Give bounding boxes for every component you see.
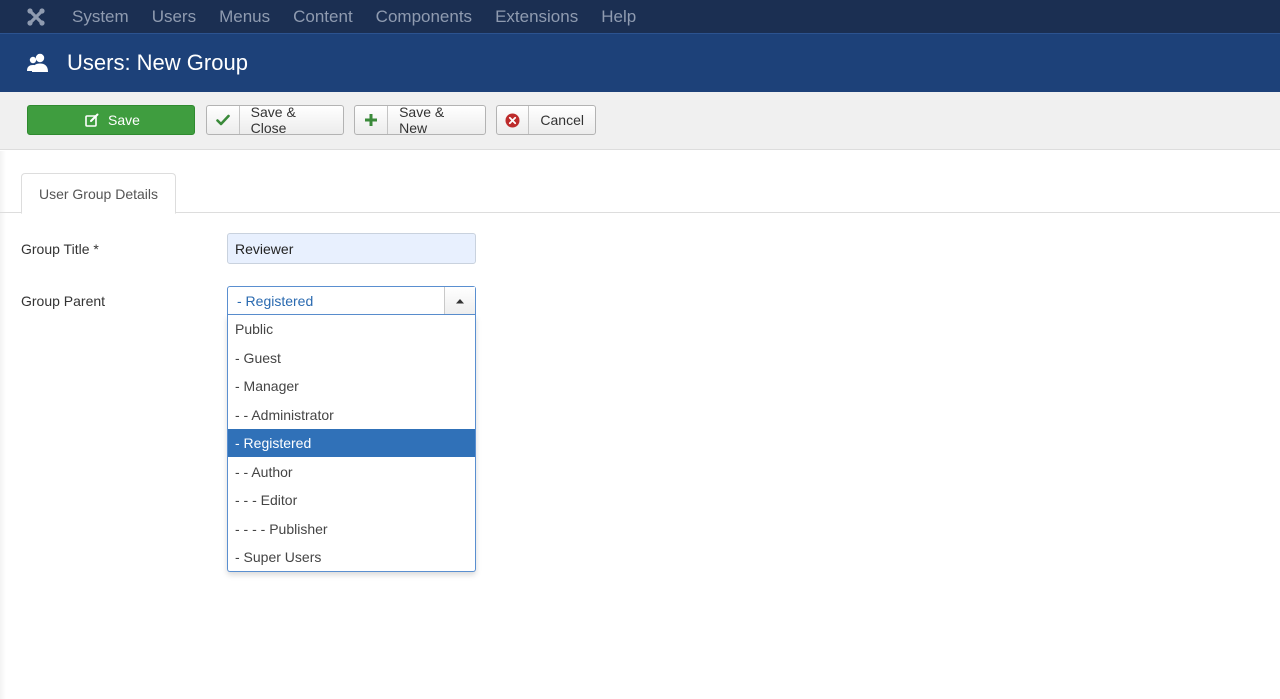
group-parent-label: Group Parent [21, 293, 106, 309]
toolbar: Save Save & Close Save & New Cancel [0, 92, 1280, 150]
save-close-button-label: Save & Close [250, 104, 296, 136]
menu-extensions[interactable]: Extensions [495, 0, 578, 33]
save-new-button[interactable]: Save & New [354, 104, 486, 136]
save-close-button[interactable]: Save & Close [206, 104, 344, 136]
menu-content[interactable]: Content [293, 0, 353, 33]
tab-user-group-details[interactable]: User Group Details [21, 173, 176, 214]
menu-help[interactable]: Help [601, 0, 636, 33]
edit-icon [82, 106, 102, 134]
left-shadow-strip [0, 151, 6, 699]
cancel-button-label: Cancel [540, 112, 584, 128]
option-publisher[interactable]: - - - - Publisher [228, 515, 475, 543]
page-title: Users: New Group [67, 50, 248, 75]
menu-menus[interactable]: Menus [219, 0, 270, 33]
option-registered[interactable]: - Registered [228, 429, 475, 457]
menu-users[interactable]: Users [152, 0, 196, 33]
plus-icon [355, 106, 389, 134]
joomla-logo-icon[interactable] [0, 0, 72, 33]
option-editor[interactable]: - - - Editor [228, 486, 475, 514]
option-author[interactable]: - - Author [228, 458, 475, 486]
save-new-button-label: Save & New [399, 104, 445, 136]
menu-system[interactable]: System [72, 0, 129, 33]
save-button[interactable]: Save [27, 105, 195, 135]
group-parent-select[interactable]: - Registered [227, 286, 476, 315]
group-parent-dropdown: Public - Guest - Manager - - Administrat… [227, 315, 476, 572]
users-icon [24, 49, 52, 77]
group-parent-selected-value: - Registered [237, 292, 314, 309]
option-super-users[interactable]: - Super Users [228, 543, 475, 571]
group-title-label: Group Title * [21, 241, 99, 257]
top-navigation-bar: System Users Menus Content Components Ex… [0, 0, 1280, 33]
option-guest[interactable]: - Guest [228, 344, 475, 372]
menu-components[interactable]: Components [376, 0, 472, 33]
option-public[interactable]: Public [228, 315, 475, 343]
option-manager[interactable]: - Manager [228, 372, 475, 400]
save-button-label: Save [108, 112, 140, 128]
cancel-circle-icon [497, 106, 530, 134]
cancel-button[interactable]: Cancel [496, 105, 596, 135]
caret-up-icon[interactable] [444, 287, 475, 314]
option-administrator[interactable]: - - Administrator [228, 401, 475, 429]
tab-bar: User Group Details [0, 151, 1280, 214]
group-title-input[interactable]: Reviewer [227, 233, 476, 264]
page-header: Users: New Group [0, 33, 1280, 92]
checkmark-icon [207, 106, 240, 134]
